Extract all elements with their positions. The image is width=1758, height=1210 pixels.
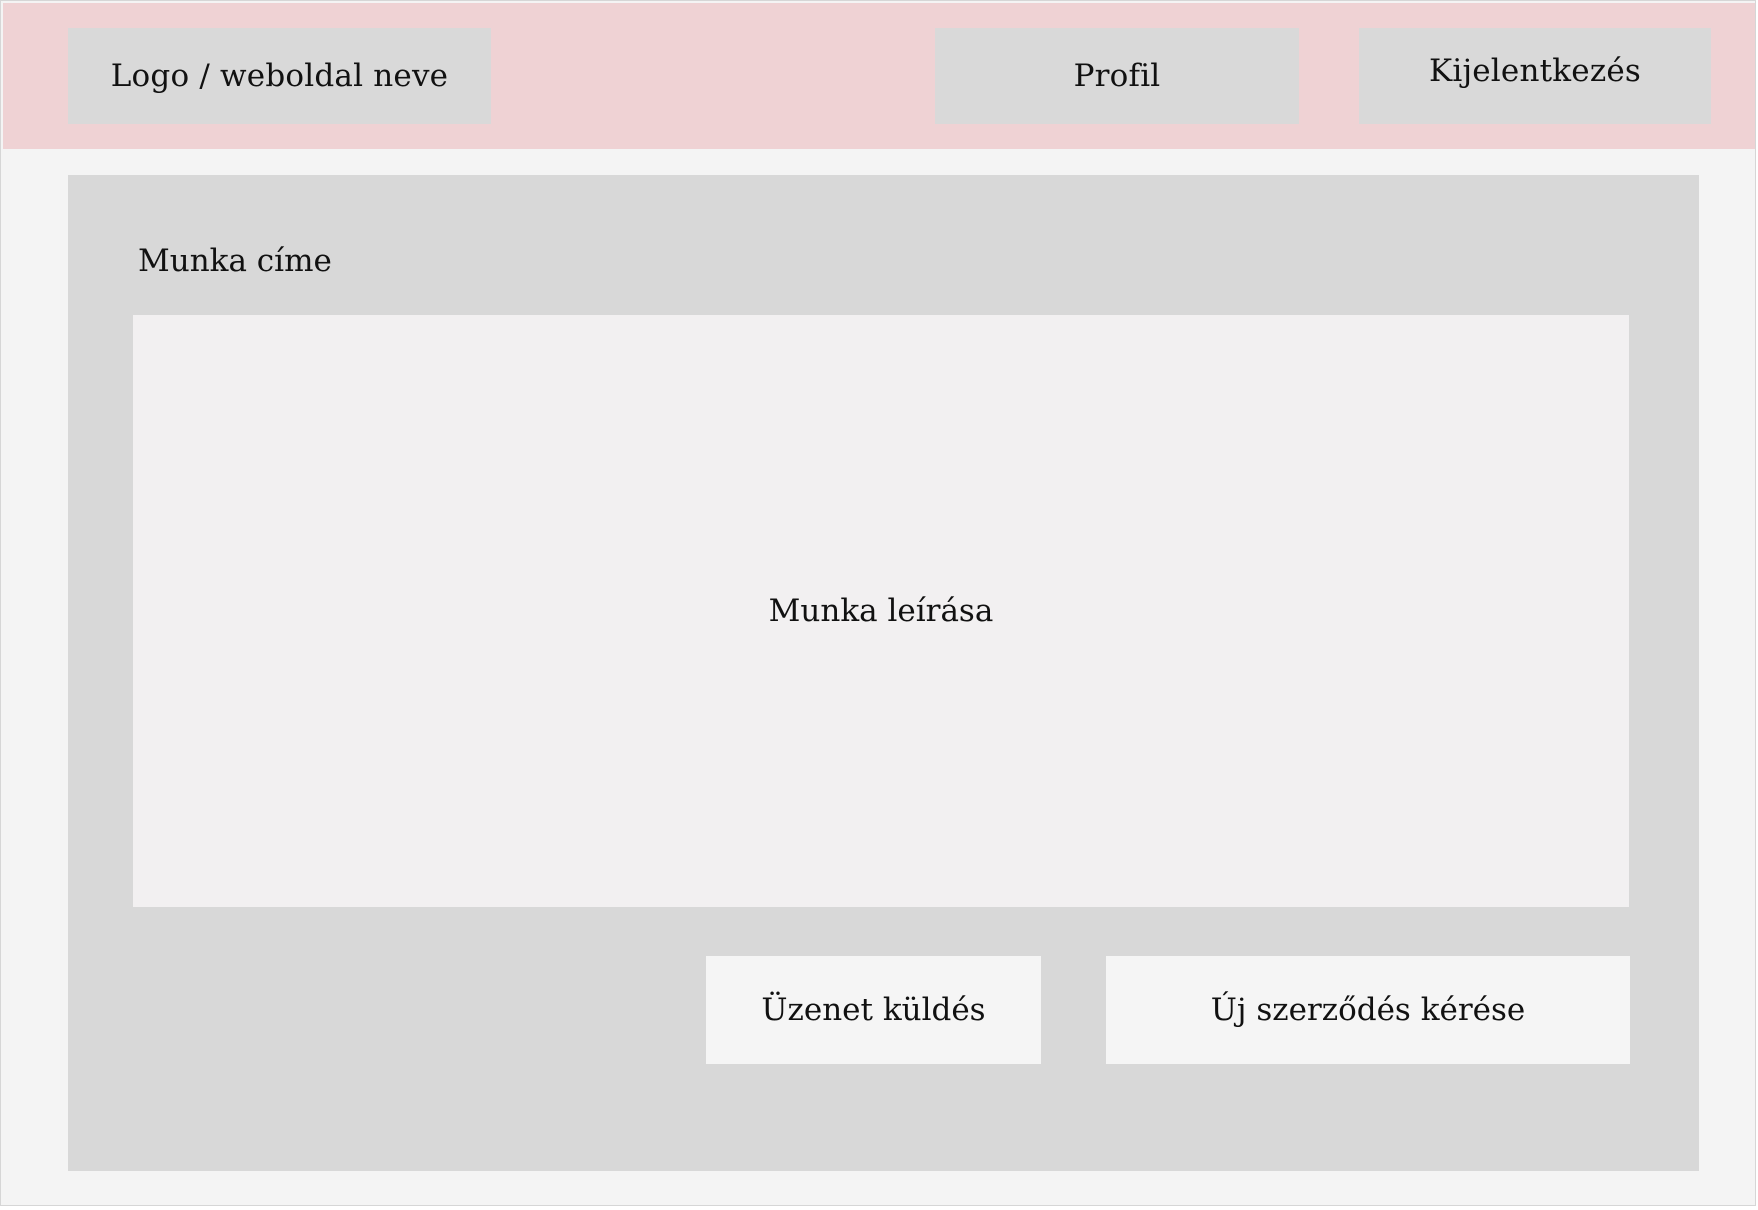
logout-button[interactable]: Kijelentkezés — [1359, 28, 1711, 124]
page-frame: Logo / weboldal neve Profil Kijelentkezé… — [0, 0, 1756, 1206]
logo-label: Logo / weboldal neve — [110, 58, 449, 94]
top-header: Logo / weboldal neve Profil Kijelentkezé… — [3, 3, 1755, 149]
request-new-contract-button[interactable]: Új szerződés kérése — [1106, 956, 1630, 1064]
job-detail-panel: Munka címe Munka leírása Üzenet küldés Ú… — [68, 175, 1699, 1171]
profile-button[interactable]: Profil — [935, 28, 1299, 124]
send-message-button[interactable]: Üzenet küldés — [706, 956, 1041, 1064]
job-description: Munka leírása — [768, 593, 994, 629]
job-title: Munka címe — [138, 243, 332, 279]
profile-label: Profil — [1073, 58, 1161, 94]
job-description-box: Munka leírása — [133, 315, 1629, 907]
send-message-label: Üzenet küldés — [761, 992, 986, 1028]
logout-label: Kijelentkezés — [1428, 53, 1642, 89]
request-new-contract-label: Új szerződés kérése — [1210, 992, 1526, 1028]
logo-site-name[interactable]: Logo / weboldal neve — [68, 28, 491, 124]
